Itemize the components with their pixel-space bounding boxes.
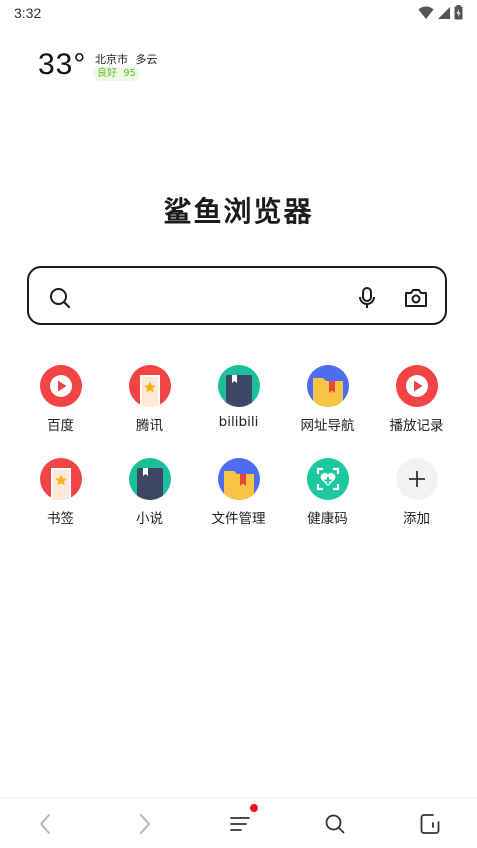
air-quality-label: 良好 bbox=[97, 68, 117, 79]
tabs-icon bbox=[420, 814, 440, 834]
shortcut-novels[interactable]: 小说 bbox=[105, 458, 194, 551]
camera-icon[interactable] bbox=[404, 287, 428, 309]
search-input[interactable] bbox=[85, 282, 349, 312]
shortcut-label: 文件管理 bbox=[211, 511, 266, 527]
weather-city: 北京市 bbox=[95, 53, 128, 66]
notification-dot bbox=[250, 804, 258, 812]
shortcut-add[interactable]: 添加 bbox=[372, 458, 461, 551]
shortcut-label: 书签 bbox=[47, 511, 74, 527]
shortcut-bookmarks[interactable]: 书签 bbox=[16, 458, 105, 551]
shortcut-baidu[interactable]: 百度 bbox=[16, 365, 105, 458]
weather-location: 北京市 多云 bbox=[95, 51, 158, 67]
shortcut-grid: 百度 腾讯 bilibili 网址导航 播放记录 书签 小说 文件管理 健康码 … bbox=[16, 365, 461, 551]
folder-icon bbox=[217, 458, 260, 500]
shortcut-bilibili[interactable]: bilibili bbox=[194, 365, 283, 458]
microphone-icon[interactable] bbox=[357, 286, 377, 310]
forward-arrow-icon bbox=[140, 814, 150, 834]
shortcut-row: 百度 腾讯 bilibili 网址导航 播放记录 bbox=[16, 365, 461, 458]
bookmark-star-icon bbox=[128, 365, 171, 407]
search-icon bbox=[50, 288, 71, 309]
forward-button[interactable] bbox=[131, 810, 159, 838]
shortcut-label: 添加 bbox=[403, 511, 430, 527]
shortcut-file-manager[interactable]: 文件管理 bbox=[194, 458, 283, 551]
play-icon bbox=[395, 365, 438, 407]
shortcut-label: 小说 bbox=[136, 511, 163, 527]
battery-icon bbox=[454, 5, 463, 20]
shortcut-label: 百度 bbox=[47, 418, 74, 434]
status-icons bbox=[418, 5, 463, 20]
bookmark-star-icon bbox=[39, 458, 82, 500]
weather-temperature: 33° bbox=[38, 48, 87, 81]
book-icon bbox=[128, 458, 171, 500]
folder-icon bbox=[306, 365, 349, 407]
shortcut-tencent[interactable]: 腾讯 bbox=[105, 365, 194, 458]
play-icon bbox=[39, 365, 82, 407]
search-bar[interactable] bbox=[27, 266, 447, 325]
tabs-button[interactable] bbox=[416, 810, 444, 838]
signal-icon bbox=[438, 6, 450, 19]
status-bar: 3:32 bbox=[0, 0, 477, 26]
health-code-icon bbox=[306, 458, 349, 500]
search-icon bbox=[325, 814, 345, 834]
weather-condition: 多云 bbox=[135, 53, 158, 66]
back-button[interactable] bbox=[31, 810, 59, 838]
shortcut-label: 腾讯 bbox=[136, 418, 163, 434]
wifi-icon bbox=[418, 6, 434, 19]
air-quality-value: 95 bbox=[123, 68, 136, 79]
bottom-nav bbox=[0, 797, 477, 848]
shortcut-label: 健康码 bbox=[307, 511, 348, 527]
search-button[interactable] bbox=[321, 810, 349, 838]
menu-icon bbox=[230, 817, 250, 831]
book-icon bbox=[217, 365, 260, 407]
shortcut-play-history[interactable]: 播放记录 bbox=[372, 365, 461, 458]
air-quality-badge: 良好 95 bbox=[93, 67, 140, 81]
back-arrow-icon bbox=[40, 814, 50, 834]
shortcut-health-code[interactable]: 健康码 bbox=[283, 458, 372, 551]
shortcut-url-nav[interactable]: 网址导航 bbox=[283, 365, 372, 458]
shortcut-row: 书签 小说 文件管理 健康码 添加 bbox=[16, 458, 461, 551]
shortcut-label: 网址导航 bbox=[300, 418, 355, 434]
plus-icon bbox=[395, 458, 438, 500]
shortcut-label: 播放记录 bbox=[389, 418, 444, 434]
brand-logo: 鲨鱼浏览器 bbox=[163, 195, 314, 228]
menu-button[interactable] bbox=[226, 804, 258, 838]
shortcut-label: bilibili bbox=[218, 414, 259, 430]
status-time: 3:32 bbox=[14, 5, 42, 21]
